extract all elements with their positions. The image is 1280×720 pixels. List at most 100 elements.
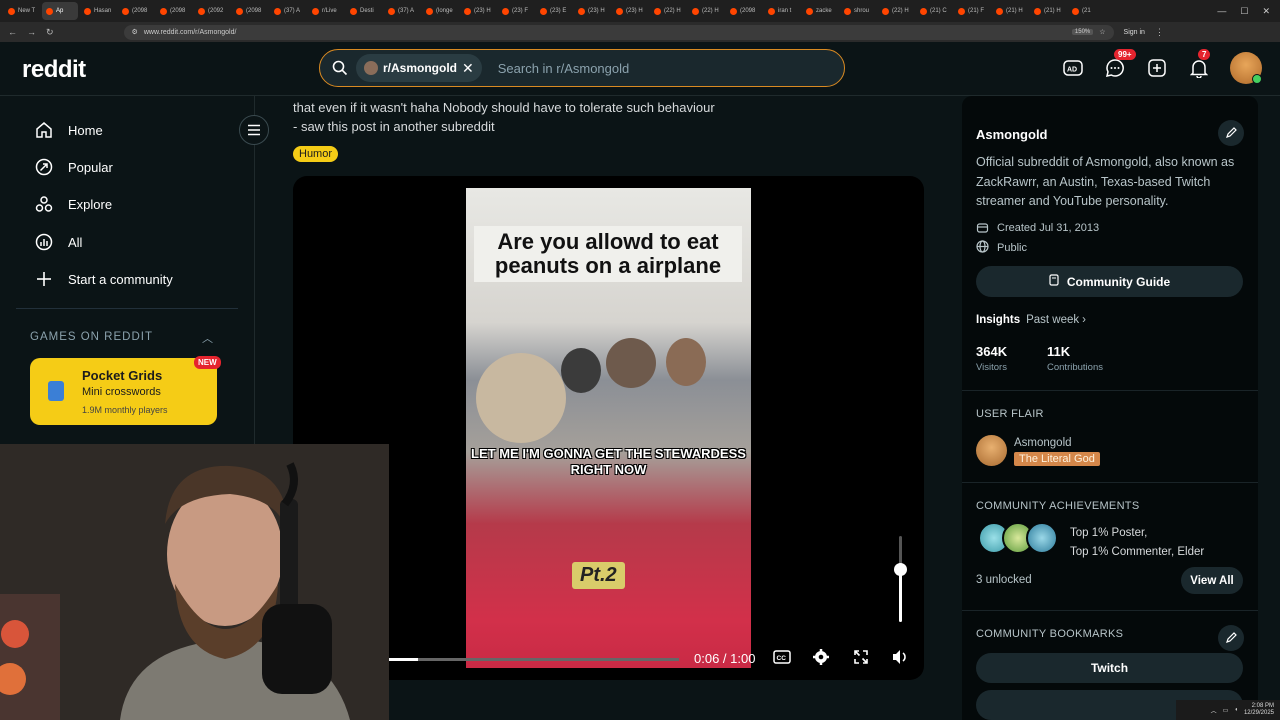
speaker-icon[interactable]: ◖ [1234,707,1238,713]
sign-in-button[interactable]: Sign in [1124,29,1145,36]
sidebar-item-explore[interactable]: Explore [34,194,112,214]
subreddit-search-chip[interactable]: r/Asmongold ✕ [356,54,482,82]
browser-tab[interactable]: (22) H [650,2,686,20]
browser-menu-icon[interactable]: ⋮ [1155,27,1164,38]
browser-tab[interactable]: r/Live [308,2,344,20]
edit-pencil-icon[interactable] [1218,120,1244,146]
view-all-button[interactable]: View All [1181,567,1243,594]
browser-tab[interactable]: (23) E [536,2,572,20]
back-icon[interactable]: ← [8,27,17,37]
browser-tab[interactable]: Desti [346,2,382,20]
video-progress-bar[interactable] [389,658,679,661]
browser-tabstrip: New T Ap Hasan (2098 (2098 (2092 (2098 (37) A r/… [0,0,1280,22]
site-info-icon[interactable]: ⚙ [132,28,138,36]
tab-favicon-icon [996,7,1003,15]
visitors-value: 364K [976,344,1008,359]
notifications-bell-icon[interactable]: 7 [1188,49,1211,79]
browser-tab[interactable]: (21 [1068,2,1104,20]
browser-tab[interactable]: shrou [840,2,876,20]
community-name[interactable]: Asmongold [976,127,1048,142]
browser-tab[interactable]: (2098 [156,2,192,20]
achievements-list: Top 1% Poster, Top 1% Commenter, Elder [1070,524,1204,562]
chat-icon[interactable]: 99+ [1104,49,1136,79]
browser-tab[interactable]: Ap [42,2,78,20]
browser-tab[interactable]: (longe [422,2,458,20]
tab-label: r/Live [322,8,337,14]
network-icon[interactable]: ▭ [1223,707,1229,714]
sidebar-item-label: Explore [68,196,113,212]
browser-tab[interactable]: (23) H [574,2,610,20]
browser-tab[interactable]: (23) H [612,2,648,20]
contributions-value: 11K [1047,344,1071,359]
maximize-icon[interactable]: ☐ [1240,6,1248,17]
browser-tab[interactable]: New T [4,2,40,20]
game-card-pocket-grids[interactable]: Pocket Grids Mini crosswords 1.9M monthl… [30,358,217,425]
video-person [476,353,566,443]
community-guide-button[interactable]: Community Guide [976,266,1243,297]
reload-icon[interactable]: ↻ [46,27,54,38]
chevron-up-icon[interactable]: ︿ [202,330,213,346]
tab-label: (23) H [626,8,643,14]
reddit-logo[interactable]: reddit [22,56,86,84]
tray-arrow-icon[interactable]: ︿ [1211,706,1217,715]
bookmark-star-icon[interactable]: ☆ [1099,28,1105,36]
browser-tab[interactable]: (2098 [232,2,268,20]
sidebar-divider [16,308,238,309]
browser-tab[interactable]: (37) A [384,2,420,20]
edit-bookmarks-pencil-icon[interactable] [1218,625,1244,651]
sidebar-item-start-community[interactable]: Start a community [34,269,173,289]
browser-tab[interactable]: iran t [764,2,800,20]
browser-tab[interactable]: (2092 [194,2,230,20]
volume-slider[interactable] [894,536,907,622]
remove-chip-icon[interactable]: ✕ [462,60,474,77]
browser-tab[interactable]: (21) C [916,2,952,20]
volume-icon[interactable] [890,648,910,666]
insights-row[interactable]: Insights Past week › [976,314,1086,326]
browser-tab[interactable]: (2098 [726,2,762,20]
fullscreen-icon[interactable] [851,648,871,666]
tab-label: (2092 [208,8,224,14]
user-avatar[interactable] [1230,52,1262,84]
browser-tab[interactable]: (22) H [878,2,914,20]
insights-period[interactable]: Past week [1026,314,1079,326]
forward-icon[interactable]: → [27,27,36,37]
browser-tab[interactable]: Hasan [80,2,116,20]
browser-tab[interactable]: (21) F [954,2,990,20]
settings-gear-icon[interactable] [811,648,831,666]
browser-tab[interactable]: (2098 [118,2,154,20]
zoom-indicator[interactable]: 150% [1071,29,1094,35]
sidebar-item-popular[interactable]: Popular [34,157,113,177]
sidebar-item-home[interactable]: Home [34,120,103,140]
bookmark-twitch-button[interactable]: Twitch [976,653,1243,683]
sidebar-menu-toggle[interactable] [239,115,269,145]
tab-label: Desti [360,8,374,14]
sidebar-item-all[interactable]: All [34,232,82,252]
close-icon[interactable]: ✕ [1262,6,1270,17]
search-input[interactable]: Search in r/Asmongold [498,61,630,76]
flair-avatar [976,435,1007,466]
tab-favicon-icon [388,7,395,15]
search-bar[interactable]: r/Asmongold ✕ Search in r/Asmongold [319,49,845,87]
browser-tab[interactable]: (23) F [498,2,534,20]
svg-text:AD: AD [1067,67,1077,74]
browser-tab[interactable]: (23) H [460,2,496,20]
sidebar-item-label: Home [68,122,103,138]
browser-tab[interactable]: (37) A [270,2,306,20]
advertise-icon[interactable]: AD [1062,57,1084,79]
address-bar[interactable]: ⚙ www.reddit.com/r/Asmongold/ 150% ☆ [123,24,1114,40]
video-title-overlay: Are you allowd to eat peanuts on a airpl… [474,226,742,282]
user-flair-tag[interactable]: The Literal God [1014,452,1100,466]
captions-icon[interactable]: CC [772,648,792,666]
minimize-icon[interactable]: — [1217,6,1226,17]
system-clock[interactable]: 2:08 PM 12/29/2025 [1244,703,1274,717]
game-subtitle: Mini crosswords [82,386,161,398]
browser-tab[interactable]: (22) H [688,2,724,20]
achievement-badge-icon[interactable] [1026,522,1058,554]
browser-tab[interactable]: (21) H [1030,2,1066,20]
browser-tab[interactable]: zacke [802,2,838,20]
volume-knob[interactable] [894,562,907,576]
create-post-icon[interactable] [1146,57,1168,79]
tab-favicon-icon [692,7,699,15]
browser-tab[interactable]: (21) H [992,2,1028,20]
post-flair[interactable]: Humor [293,146,339,162]
